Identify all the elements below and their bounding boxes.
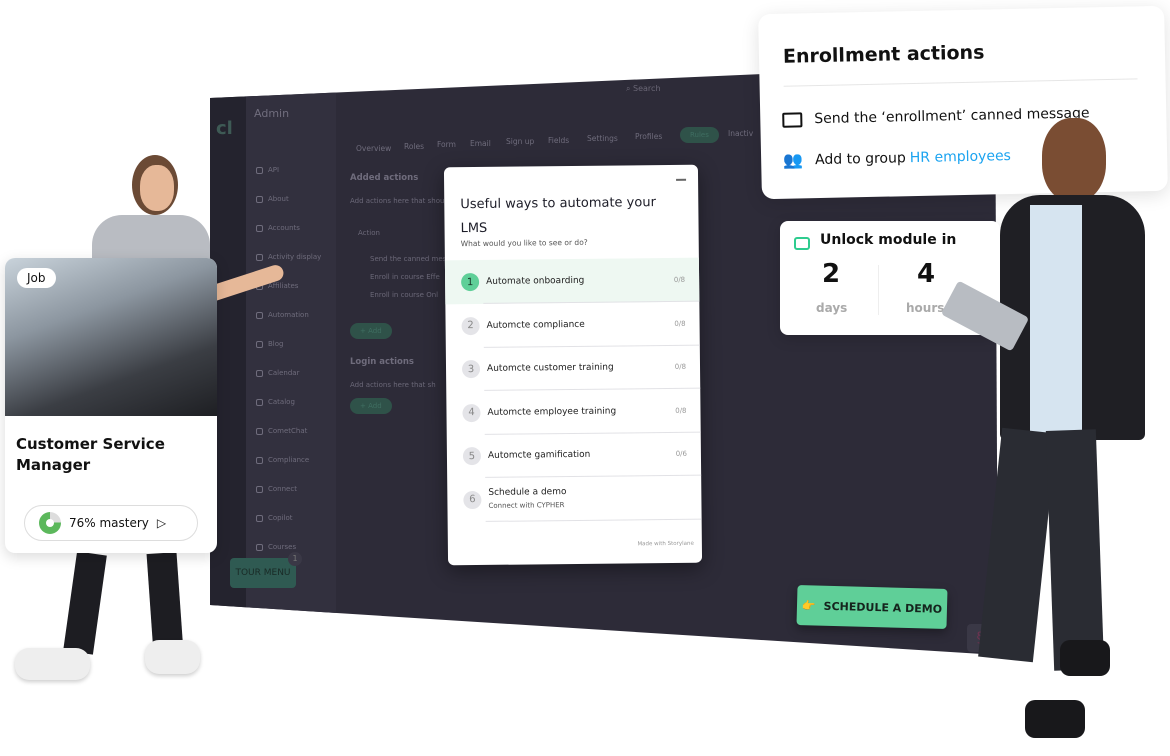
automation-step[interactable]: 3 Automcte customer training 0/8: [446, 345, 701, 392]
step-count: 0/8: [674, 362, 687, 371]
enrollment-item-message: Send the ‘enrollment’ canned message: [782, 105, 1090, 128]
modal-subtitle: What would you like to see or do?: [460, 237, 588, 249]
days-label: days: [816, 301, 848, 315]
tour-badge: 1: [288, 552, 302, 566]
hours-label: hours: [906, 301, 945, 315]
step-label: Automcte employee training: [487, 406, 617, 418]
unlock-title: Unlock module in: [820, 232, 957, 248]
step-number: 3: [461, 359, 481, 379]
step-label: Automcte compliance: [486, 319, 585, 331]
enrollment-actions-card: Enrollment actions Send the ‘enrollment’…: [758, 5, 1168, 200]
login-actions-desc: Add actions here that sh: [350, 381, 436, 389]
minimize-icon[interactable]: [676, 178, 687, 181]
step-count: 0/8: [675, 406, 687, 415]
tab-profiles[interactable]: Profiles: [635, 132, 662, 141]
enrollment-title: Enrollment actions: [782, 41, 985, 68]
action-row: Enroll in course Effe: [370, 273, 440, 281]
action-row: Send the canned mes: [370, 255, 447, 263]
enrollment-message-text: Send the ‘enrollment’ canned message: [814, 105, 1090, 128]
tour-menu-label: TOUR MENU: [235, 568, 291, 578]
step-number: 5: [462, 446, 482, 466]
job-title: Customer Service Manager: [16, 435, 165, 474]
envelope-icon: [782, 111, 803, 128]
automation-step[interactable]: 1 Automate onboarding 0/8: [444, 257, 700, 305]
step-label: Automcte customer training: [486, 362, 614, 374]
tab-rules[interactable]: Rules: [680, 127, 719, 143]
added-actions-desc: Add actions here that shou: [350, 197, 445, 205]
unlock-icon: [794, 237, 810, 250]
automation-step[interactable]: 5 Automcte gamification 0/6: [447, 432, 702, 479]
tour-menu-button[interactable]: TOUR MENU 1: [230, 552, 302, 588]
tab-form[interactable]: Form: [437, 140, 456, 149]
job-badge: Job: [17, 268, 56, 288]
tab-email[interactable]: Email: [470, 139, 491, 148]
login-actions-title: Login actions: [350, 357, 414, 367]
pointing-hand-icon: 👉: [801, 598, 816, 613]
mastery-label: 76% mastery: [69, 516, 149, 530]
mastery-button[interactable]: 76% mastery ▷: [24, 505, 198, 541]
schedule-demo-button[interactable]: 👉 SCHEDULE A DEMO: [796, 585, 948, 629]
step-number: 6: [463, 490, 482, 509]
days-value: 2: [822, 259, 841, 289]
tab-sign-up[interactable]: Sign up: [506, 137, 534, 146]
step-number: 2: [461, 316, 480, 335]
play-icon: ▷: [156, 516, 167, 530]
automation-step[interactable]: 4 Automcte employee training 0/8: [446, 388, 701, 435]
search-input[interactable]: ⌕ Search: [626, 84, 661, 94]
modal-title: Useful ways to automate your LMS: [460, 195, 656, 237]
tab-overview[interactable]: Overview: [356, 144, 391, 153]
step-label: Automcte gamification: [487, 449, 591, 461]
made-with-footer[interactable]: Made with Storylane: [637, 541, 694, 548]
enrollment-item-group: 👥 Add to group HR employees: [783, 146, 1011, 170]
add-action-button[interactable]: + Add: [350, 323, 392, 339]
schedule-demo-label: SCHEDULE A DEMO: [823, 599, 943, 616]
tab-inactiv[interactable]: Inactiv: [728, 129, 753, 138]
users-add-icon: 👥: [782, 150, 804, 170]
group-link[interactable]: HR employees: [910, 148, 1011, 166]
tab-roles[interactable]: Roles: [404, 142, 424, 151]
group-prefix: Add to group: [814, 149, 906, 168]
job-card[interactable]: Job Customer Service Manager 76% mastery…: [5, 258, 217, 553]
tab-settings[interactable]: Settings: [587, 134, 618, 143]
action-column-header: Action: [358, 229, 380, 237]
step-count: 0/8: [673, 275, 686, 284]
hours-value: 4: [917, 259, 936, 289]
step-count: 0/6: [675, 449, 687, 458]
add-login-action-button[interactable]: + Add: [350, 398, 392, 414]
step-count: 0/8: [674, 319, 686, 328]
search-placeholder: Search: [633, 84, 661, 93]
step-label: Automate onboarding: [486, 275, 585, 287]
step-number: 1: [461, 272, 480, 292]
step-number: 4: [462, 403, 481, 422]
automation-step[interactable]: 2 Automcte compliance 0/8: [445, 301, 700, 348]
action-row: Enroll in course Onl: [370, 291, 439, 299]
automation-modal: Useful ways to automate your LMS What wo…: [443, 164, 703, 566]
automation-step[interactable]: 6 Schedule a demo Connect with CYPHER: [447, 475, 702, 522]
storylane-icon[interactable]: §: [967, 624, 993, 652]
mastery-donut-icon: [39, 512, 61, 534]
added-actions-title: Added actions: [350, 173, 419, 183]
tab-fields[interactable]: Fields: [548, 136, 569, 145]
step-label: Schedule a demo: [488, 486, 567, 498]
step-sublabel: Connect with CYPHER: [488, 500, 565, 510]
unlock-module-card: Unlock module in 2 days 4 hours: [780, 221, 1000, 335]
